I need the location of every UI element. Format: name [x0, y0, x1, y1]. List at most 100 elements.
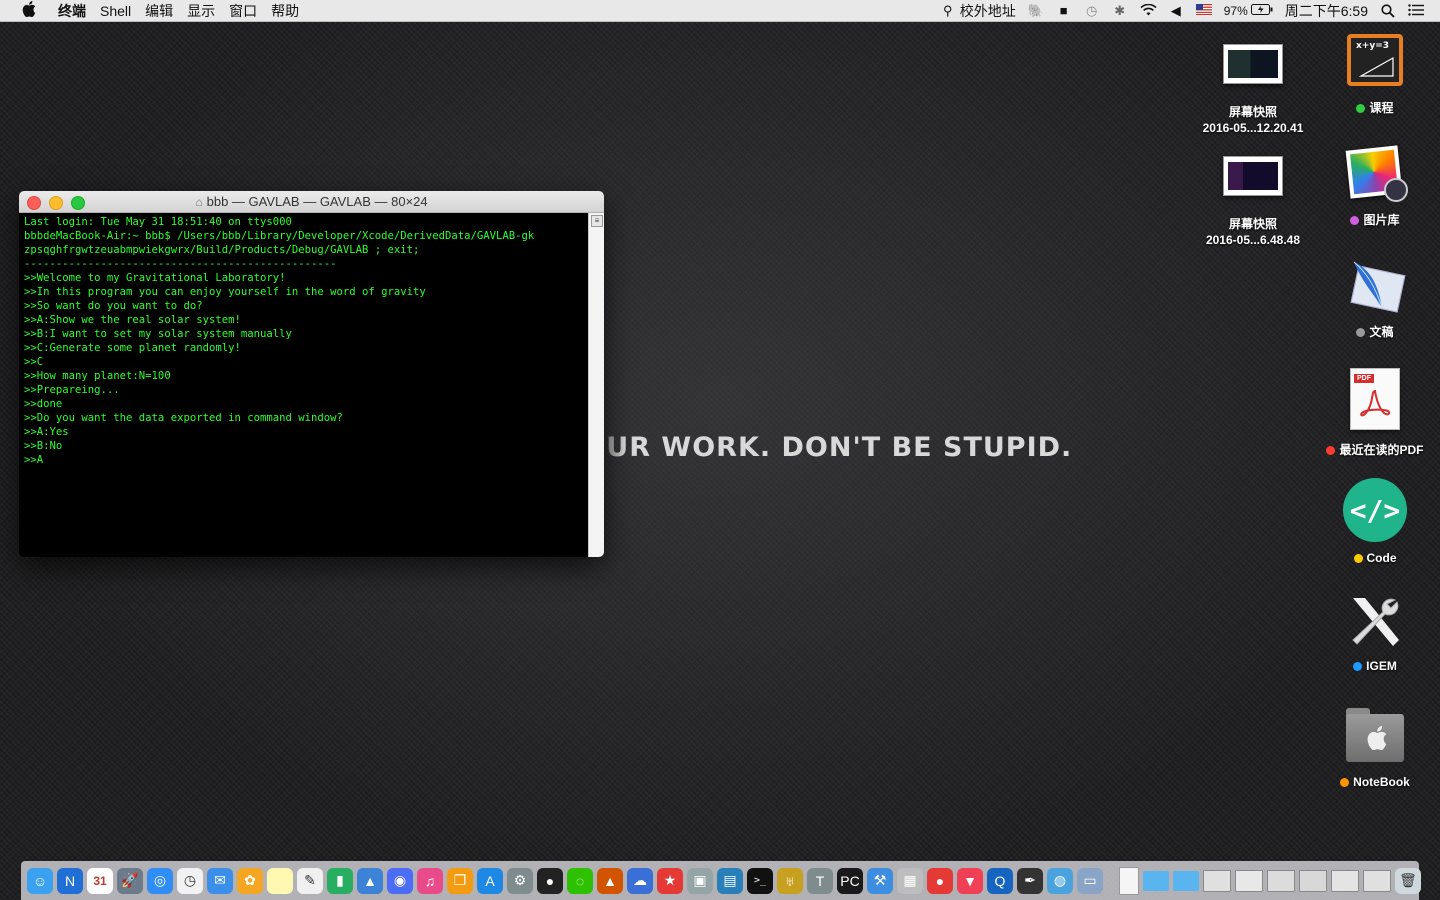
matlab-icon[interactable]: ▲ [597, 867, 623, 894]
trash-icon[interactable]: 🗑 [1395, 867, 1421, 894]
terminal-line: >>B:No [24, 440, 63, 452]
spotlight-search-icon[interactable] [1380, 3, 1396, 18]
desktop-folder-igem[interactable]: IGEM [1315, 592, 1435, 674]
xcode-icon[interactable]: ⚒ [867, 867, 893, 894]
notification-center-icon[interactable] [1408, 3, 1424, 18]
pycharm-icon[interactable]: PC [837, 867, 863, 894]
menubar-clock[interactable]: 周二下午6:59 [1285, 1, 1368, 21]
window-thumb-icon[interactable] [1299, 869, 1327, 892]
desktop-screenshot-1[interactable]: 屏幕快照 2016-05...12.20.41 [1193, 44, 1313, 136]
terminal-icon[interactable]: >_ [747, 867, 773, 894]
calendar-icon[interactable]: 31 [87, 867, 113, 894]
n-app-icon[interactable]: N [57, 867, 83, 894]
message-icon[interactable]: ■ [1056, 3, 1072, 18]
window-thumb-icon[interactable] [1331, 869, 1359, 892]
chalkboard-icon: x+y=3 [1347, 34, 1403, 86]
pen-icon[interactable]: ✒ [1017, 867, 1043, 894]
terminal-window[interactable]: ⌂ bbb — GAVLAB — GAVLAB — 80×24 Last logi… [19, 191, 604, 557]
keynote-icon[interactable]: ▲ [357, 867, 383, 894]
ibooks-icon[interactable]: ❐ [447, 867, 473, 894]
wechat-icon[interactable]: ◌ [567, 867, 593, 894]
desktop-folder-documents[interactable]: 文稿 [1315, 258, 1435, 340]
appstore-icon[interactable]: A [477, 867, 503, 894]
folder-image-icon[interactable]: ▭ [1077, 867, 1103, 894]
qq-icon[interactable]: ● [537, 867, 563, 894]
terminal-scrollbar[interactable]: ≡ [588, 213, 604, 557]
archive-icon[interactable]: ▦ [897, 867, 923, 894]
apple-menu-icon[interactable] [18, 0, 40, 21]
folder-label: Code [1366, 551, 1397, 565]
terminal-line: >>A [24, 454, 44, 466]
system-preferences-icon[interactable]: ⚙ [507, 867, 533, 894]
window-thumb-icon[interactable] [1235, 869, 1263, 892]
close-button[interactable] [27, 196, 41, 210]
desktop-folder-courses[interactable]: x+y=3 课程 [1315, 34, 1435, 116]
screenshot-thumbnail-icon [1223, 44, 1283, 84]
zoom-button[interactable] [71, 196, 85, 210]
menu-window[interactable]: 窗口 [229, 1, 257, 21]
q-app-icon[interactable]: Q [987, 867, 1013, 894]
terminal-titlebar[interactable]: ⌂ bbb — GAVLAB — GAVLAB — 80×24 [19, 191, 604, 213]
terminal-line: ----------------------------------------… [24, 258, 337, 270]
terminal-output[interactable]: Last login: Tue May 31 18:51:40 on ttys0… [19, 213, 589, 557]
siri-icon[interactable]: ◉ [387, 867, 413, 894]
screen-share-icon[interactable]: ▤ [717, 867, 743, 894]
folder-icon[interactable] [1173, 870, 1199, 891]
bookmark-icon[interactable]: ★ [657, 867, 683, 894]
us-flag-icon[interactable] [1195, 3, 1212, 18]
tex-icon[interactable]: T [807, 867, 833, 894]
desktop-folder-pdf[interactable]: PDF 最近在读的PDF [1315, 368, 1435, 458]
terminal-line: bbbdeMacBook-Air:~ bbb$ /Users/bbb/Libra… [24, 230, 535, 242]
textedit-icon[interactable]: ✎ [297, 867, 323, 894]
scroll-split-icon[interactable]: ≡ [591, 215, 603, 227]
window-thumb-icon[interactable] [1267, 869, 1295, 892]
finder-icon[interactable]: ☺ [27, 867, 53, 894]
minimize-button[interactable] [49, 196, 63, 210]
antenna-icon[interactable]: ♅ [777, 867, 803, 894]
window-thumb-icon[interactable] [1363, 869, 1391, 892]
wifi-icon[interactable] [1140, 3, 1157, 18]
battery-charging-icon [1250, 3, 1273, 18]
menu-shell[interactable]: Shell [100, 3, 131, 19]
desktop-screenshot-2[interactable]: 屏幕快照 2016-05...6.48.48 [1193, 156, 1313, 248]
safari-icon[interactable]: ◎ [147, 867, 173, 894]
terminal-line: >>Do you want the data exported in comma… [24, 412, 343, 424]
document-icon[interactable] [1119, 866, 1139, 895]
screenshot-date: 2016-05...12.20.41 [1202, 121, 1304, 135]
folder-icon[interactable] [1143, 870, 1169, 891]
time-machine-icon[interactable]: ◷ [1084, 3, 1100, 18]
photos-icon[interactable]: ✿ [237, 867, 263, 894]
folder-label: 图片库 [1363, 213, 1400, 227]
launchpad-icon[interactable]: 🚀 [117, 867, 143, 894]
desktop-folder-code[interactable]: </> Code [1315, 478, 1435, 566]
battery-status[interactable]: 97% [1224, 3, 1273, 18]
desktop-folder-notebook[interactable]: NoteBook [1315, 706, 1435, 790]
notes-icon[interactable] [267, 867, 293, 894]
terminal-line: zpsqghfrgwtzeuabmpwiekgwrx/Build/Product… [24, 244, 420, 256]
drop-icon[interactable]: ● [927, 867, 953, 894]
clock-icon[interactable]: ◷ [177, 867, 203, 894]
window-thumb-icon[interactable] [1203, 869, 1231, 892]
itunes-icon[interactable]: ♫ [417, 867, 443, 894]
vpn-status[interactable]: ⚲ 校外地址 [940, 1, 1016, 21]
terminal-line: >>Prepareing... [24, 384, 120, 396]
volume-icon[interactable]: ◀ [1168, 3, 1184, 18]
numbers-icon[interactable]: ▮ [327, 867, 353, 894]
folder-label: 文稿 [1369, 325, 1394, 339]
bluetooth-icon[interactable]: ✱ [1112, 3, 1128, 18]
terminal-line: >>C [24, 356, 44, 368]
menu-view[interactable]: 显示 [187, 1, 215, 21]
evernote-icon[interactable]: 🐘 [1028, 3, 1044, 18]
menu-edit[interactable]: 编辑 [145, 1, 173, 21]
menu-help[interactable]: 帮助 [271, 1, 299, 21]
app-menu-terminal[interactable]: 终端 [58, 1, 86, 21]
cloud-icon[interactable]: ☁ [627, 867, 653, 894]
desktop-folder-photos[interactable]: 图片库 [1315, 145, 1435, 228]
preview-icon[interactable]: ▣ [687, 867, 713, 894]
network-icon[interactable]: ◍ [1047, 867, 1073, 894]
terminal-line: >>C:Generate some planet randomly! [24, 342, 241, 354]
terminal-line: >>B:I want to set my solar system manual… [24, 328, 292, 340]
battery-percent: 97% [1223, 3, 1248, 18]
mail-icon[interactable]: ✉ [207, 867, 233, 894]
pocket-icon[interactable]: ▼ [957, 867, 983, 894]
